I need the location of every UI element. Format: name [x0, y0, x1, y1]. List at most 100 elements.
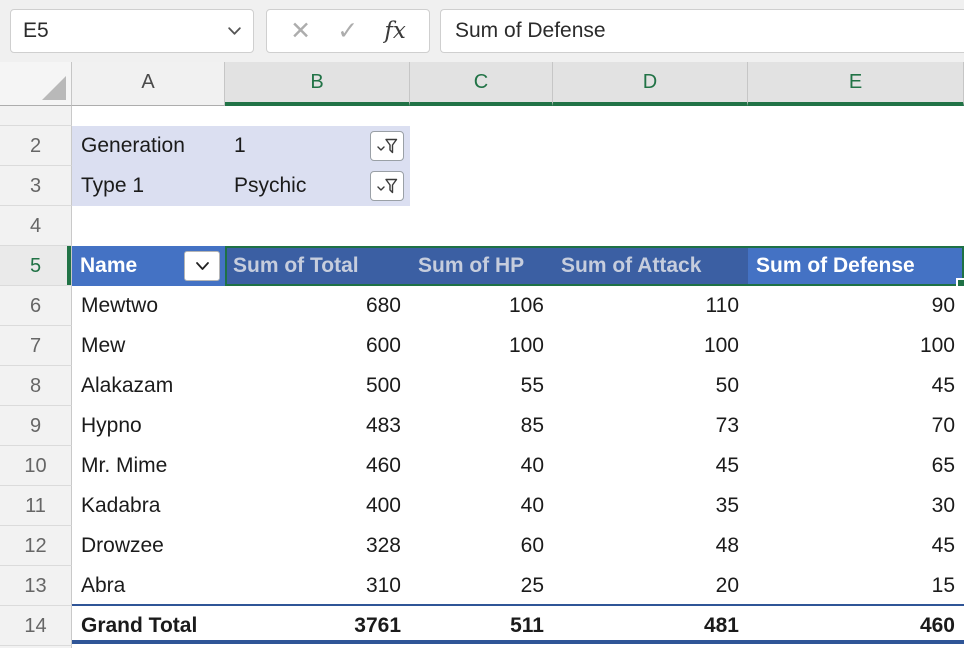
cell-d11[interactable]: 35 [553, 486, 748, 526]
cell-c9[interactable]: 85 [410, 406, 553, 446]
row-header-5[interactable]: 5 [0, 246, 72, 286]
row-4-empty: 4 [0, 206, 964, 246]
cell-a14-grand-total-label[interactable]: Grand Total [72, 606, 225, 646]
cell-d9[interactable]: 73 [553, 406, 748, 446]
cell-d8[interactable]: 50 [553, 366, 748, 406]
table-row: 9 Hypno 483 85 73 70 [0, 406, 964, 446]
cell-b8[interactable]: 500 [225, 366, 410, 406]
name-box[interactable]: E5 [10, 9, 254, 53]
cell-a8[interactable]: Alakazam [72, 366, 225, 406]
name-header-label: Name [80, 254, 137, 277]
cell-c2[interactable] [410, 126, 553, 166]
row-header-11[interactable]: 11 [0, 486, 72, 526]
row-header-4[interactable]: 4 [0, 206, 72, 246]
row-header-1[interactable]: 1 [0, 106, 72, 126]
column-header-row: A B C D E [0, 62, 964, 106]
cell-c3[interactable] [410, 166, 553, 206]
column-header-B[interactable]: B [225, 62, 410, 106]
cell-e13[interactable]: 15 [748, 566, 964, 606]
cell-e6[interactable]: 90 [748, 286, 964, 326]
cancel-icon[interactable]: ✕ [290, 19, 311, 44]
cell-e11[interactable]: 30 [748, 486, 964, 526]
cell-e14[interactable]: 460 [748, 606, 964, 646]
cell-e2[interactable] [748, 126, 964, 166]
cell-d3[interactable] [553, 166, 748, 206]
row-header-6[interactable]: 6 [0, 286, 72, 326]
cell-a5-name-header[interactable]: Name [72, 246, 225, 286]
filter-row-type1: 3 Type 1 Psychic [0, 166, 964, 206]
cell-a9[interactable]: Hypno [72, 406, 225, 446]
row-header-13[interactable]: 13 [0, 566, 72, 606]
cell-a12[interactable]: Drowzee [72, 526, 225, 566]
select-all-triangle-icon [42, 76, 66, 100]
table-row: 10 Mr. Mime 460 40 45 65 [0, 446, 964, 486]
cell-b12[interactable]: 328 [225, 526, 410, 566]
row-header-12[interactable]: 12 [0, 526, 72, 566]
row-header-7[interactable]: 7 [0, 326, 72, 366]
row-header-9[interactable]: 9 [0, 406, 72, 446]
row-header-2[interactable]: 2 [0, 126, 72, 166]
cell-c7[interactable]: 100 [410, 326, 553, 366]
cell-b14[interactable]: 3761 [225, 606, 410, 646]
cell-a10[interactable]: Mr. Mime [72, 446, 225, 486]
cell-e5-header-active[interactable]: Sum of Defense [748, 246, 964, 286]
cell-c10[interactable]: 40 [410, 446, 553, 486]
cell-e10[interactable]: 65 [748, 446, 964, 486]
cell-d5-header[interactable]: Sum of Attack [553, 246, 748, 286]
cell-e8[interactable]: 45 [748, 366, 964, 406]
table-row: 11 Kadabra 400 40 35 30 [0, 486, 964, 526]
cell-d6[interactable]: 110 [553, 286, 748, 326]
cell-d7[interactable]: 100 [553, 326, 748, 366]
cell-b13[interactable]: 310 [225, 566, 410, 606]
cell-b7[interactable]: 600 [225, 326, 410, 366]
table-row: 7 Mew 600 100 100 100 [0, 326, 964, 366]
cell-d2[interactable] [553, 126, 748, 166]
cell-b3-filter-value[interactable]: Psychic [225, 166, 410, 206]
cell-e7[interactable]: 100 [748, 326, 964, 366]
cell-e9[interactable]: 70 [748, 406, 964, 446]
cell-d10[interactable]: 45 [553, 446, 748, 486]
cell-b6[interactable]: 680 [225, 286, 410, 326]
row-4-cells[interactable] [72, 206, 964, 246]
column-header-E[interactable]: E [748, 62, 964, 106]
formula-bar[interactable]: Sum of Defense [440, 9, 964, 53]
cell-c5-header[interactable]: Sum of HP [410, 246, 553, 286]
cell-c14[interactable]: 511 [410, 606, 553, 646]
cell-c6[interactable]: 106 [410, 286, 553, 326]
cell-c8[interactable]: 55 [410, 366, 553, 406]
cell-d13[interactable]: 20 [553, 566, 748, 606]
type1-filter-button[interactable] [370, 171, 404, 201]
cell-e3[interactable] [748, 166, 964, 206]
cell-a13[interactable]: Abra [72, 566, 225, 606]
cell-e12[interactable]: 45 [748, 526, 964, 566]
cell-d12[interactable]: 48 [553, 526, 748, 566]
row-1-cells[interactable] [72, 106, 964, 126]
column-header-A[interactable]: A [72, 62, 225, 106]
row-header-14[interactable]: 14 [0, 606, 72, 646]
cell-b2-filter-value[interactable]: 1 [225, 126, 410, 166]
chevron-down-icon[interactable] [228, 27, 241, 36]
row-header-3[interactable]: 3 [0, 166, 72, 206]
cell-b9[interactable]: 483 [225, 406, 410, 446]
cell-c12[interactable]: 60 [410, 526, 553, 566]
column-header-C[interactable]: C [410, 62, 553, 106]
cell-a2-filter-label[interactable]: Generation [72, 126, 225, 166]
row-header-8[interactable]: 8 [0, 366, 72, 406]
cell-c13[interactable]: 25 [410, 566, 553, 606]
cell-c11[interactable]: 40 [410, 486, 553, 526]
cell-a3-filter-label[interactable]: Type 1 [72, 166, 225, 206]
cell-a7[interactable]: Mew [72, 326, 225, 366]
select-all-corner[interactable] [0, 62, 72, 106]
fx-icon[interactable]: fx [384, 18, 405, 44]
cell-a6[interactable]: Mewtwo [72, 286, 225, 326]
name-filter-dropdown-button[interactable] [184, 251, 220, 281]
generation-filter-button[interactable] [370, 131, 404, 161]
row-header-10[interactable]: 10 [0, 446, 72, 486]
cell-a11[interactable]: Kadabra [72, 486, 225, 526]
cell-b5-header[interactable]: Sum of Total [225, 246, 410, 286]
column-header-D[interactable]: D [553, 62, 748, 106]
cell-d14[interactable]: 481 [553, 606, 748, 646]
cell-b10[interactable]: 460 [225, 446, 410, 486]
cell-b11[interactable]: 400 [225, 486, 410, 526]
confirm-icon[interactable]: ✓ [337, 19, 358, 44]
